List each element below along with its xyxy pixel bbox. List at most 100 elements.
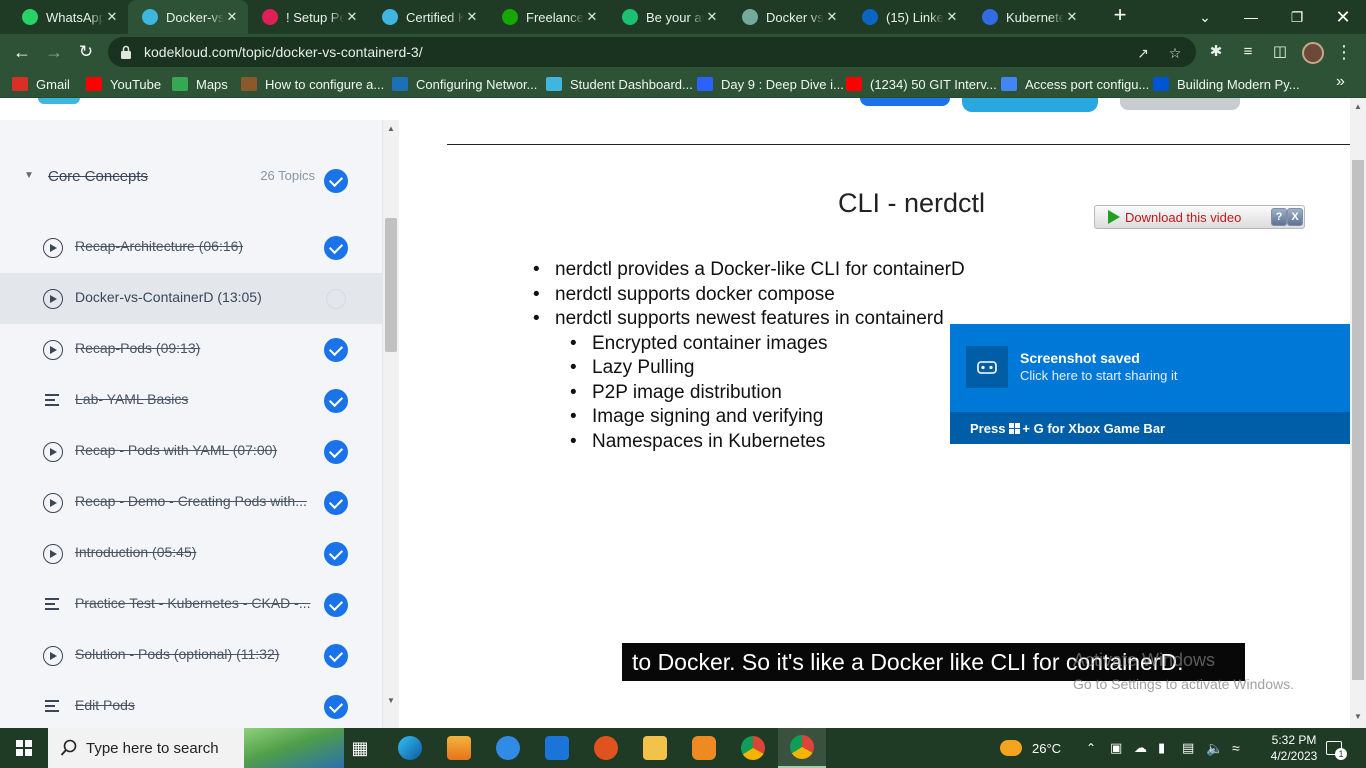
help-icon[interactable]: ?	[1271, 208, 1287, 226]
extensions-icon[interactable]: ✱	[1206, 42, 1226, 62]
file-explorer-icon[interactable]	[631, 728, 679, 768]
chrome-app-icon[interactable]	[729, 728, 777, 768]
header-button-fragment[interactable]	[962, 98, 1098, 112]
browser-tab[interactable]: Docker-vs- ✕	[128, 0, 248, 34]
tray-chevron-icon[interactable]: ⌃	[1086, 728, 1096, 768]
lesson-item[interactable]: Recap-Pods (09:13)	[0, 324, 383, 375]
snail-app-icon[interactable]	[582, 728, 630, 768]
lesson-item[interactable]: Lab- YAML Basics	[0, 375, 383, 426]
reload-icon[interactable]: ↻	[72, 38, 100, 66]
taskbar-search-box[interactable]: Type here to search	[48, 728, 344, 768]
new-tab-button[interactable]: +	[1108, 4, 1132, 28]
caret-down-icon[interactable]: ▼	[24, 170, 34, 181]
store-app-icon[interactable]	[435, 728, 483, 768]
bookmark-item[interactable]: (1234) 50 GIT Interv...	[846, 75, 997, 93]
forward-icon[interactable]: →	[40, 38, 68, 66]
browser-tab[interactable]: ! Setup Pe ✕	[248, 0, 368, 34]
sidebar-scrollbar[interactable]: ▲ ▼	[383, 120, 399, 728]
close-window-icon[interactable]: ✕	[1320, 0, 1366, 34]
menu-kebab-icon[interactable]: ⋮	[1334, 42, 1354, 62]
header-button-fragment[interactable]	[860, 98, 950, 106]
screenshot-notification[interactable]: Screenshot saved Click here to start sha…	[950, 324, 1350, 444]
settings-app-icon[interactable]	[680, 728, 728, 768]
complete-check-icon[interactable]	[324, 593, 348, 617]
lesson-item[interactable]: Edit Pods	[0, 681, 383, 728]
share-icon[interactable]: ↗	[1134, 44, 1152, 62]
bookmark-item[interactable]: Student Dashboard...	[546, 75, 693, 93]
display-icon[interactable]: ▤	[1182, 728, 1194, 768]
page-scrollbar[interactable]: ▲ ▼	[1350, 98, 1366, 728]
browser-tab[interactable]: Freelance ✕	[488, 0, 608, 34]
taskbar-clock[interactable]: 5:32 PM 4/2/2023	[1262, 732, 1326, 764]
bookmark-item[interactable]: Gmail	[12, 75, 70, 93]
start-button[interactable]	[0, 728, 48, 768]
complete-check-icon[interactable]	[324, 440, 348, 464]
complete-check-icon[interactable]	[324, 491, 348, 515]
header-button-fragment[interactable]	[1120, 98, 1240, 110]
back-icon[interactable]: ←	[8, 38, 36, 66]
scroll-down-arrow-icon[interactable]: ▼	[1350, 712, 1366, 721]
complete-check-icon[interactable]	[324, 338, 348, 362]
chrome-profile-app-icon[interactable]	[778, 728, 826, 768]
scroll-up-arrow-icon[interactable]: ▲	[383, 124, 399, 133]
weather-widget[interactable]: 26°C	[1000, 728, 1061, 768]
close-icon[interactable]: X	[1287, 208, 1303, 226]
bookmark-item[interactable]: How to configure a...	[241, 75, 384, 93]
bookmark-item[interactable]: Day 9 : Deep Dive i...	[697, 75, 844, 93]
incomplete-circle-icon[interactable]	[326, 289, 346, 309]
minimize-icon[interactable]: —	[1228, 0, 1274, 34]
bookmark-item[interactable]: Configuring Networ...	[392, 75, 537, 93]
edge-app-icon[interactable]	[386, 728, 434, 768]
network-device-icon[interactable]: ▣	[1110, 728, 1122, 768]
address-bar[interactable]: kodekloud.com/topic/docker-vs-containerd…	[108, 37, 1196, 67]
page-scroll-thumb[interactable]	[1352, 160, 1364, 680]
battery-icon[interactable]: ▮	[1158, 728, 1165, 768]
bookmark-item[interactable]: Maps	[172, 75, 228, 93]
lesson-item[interactable]: Recap - Demo - Creating Pods with...	[0, 477, 383, 528]
browser-tab[interactable]: Certified K ✕	[368, 0, 488, 34]
download-video-button[interactable]: Download this video ? X	[1094, 205, 1305, 229]
tab-close-icon[interactable]: ✕	[104, 9, 120, 25]
bookmark-item[interactable]: YouTube	[86, 75, 161, 93]
tab-close-icon[interactable]: ✕	[584, 9, 600, 25]
section-core-concepts[interactable]: ▼ Core Concepts 26 Topics	[0, 156, 383, 206]
lesson-item[interactable]: Introduction (05:45)	[0, 528, 383, 579]
browser-tab[interactable]: WhatsApp ✕	[8, 0, 128, 34]
tab-close-icon[interactable]: ✕	[944, 9, 960, 25]
complete-check-icon[interactable]	[324, 644, 348, 668]
bookmark-item[interactable]: Access port configu...	[1001, 75, 1149, 93]
more-bookmarks-icon[interactable]: »	[1336, 73, 1345, 91]
task-view-icon[interactable]: ▦	[336, 728, 384, 768]
onedrive-icon[interactable]: ☁	[1134, 728, 1147, 768]
lesson-item[interactable]: Solution - Pods (optional) (11:32)	[0, 630, 383, 681]
bookmark-item[interactable]: Building Modern Py...	[1153, 75, 1300, 93]
tab-close-icon[interactable]: ✕	[224, 9, 240, 25]
sidebar-scroll-thumb[interactable]	[385, 218, 397, 352]
scroll-up-arrow-icon[interactable]: ▲	[1350, 102, 1366, 111]
browser-tab[interactable]: Be your aw✕	[608, 0, 728, 34]
volume-icon[interactable]: 🔈	[1206, 728, 1223, 768]
skype-app-icon[interactable]	[484, 728, 532, 768]
complete-check-icon[interactable]	[324, 236, 348, 260]
bookmark-star-icon[interactable]: ☆	[1166, 44, 1184, 62]
tab-close-icon[interactable]: ✕	[704, 9, 720, 25]
lesson-item[interactable]: Docker-vs-ContainerD (13:05)	[0, 273, 383, 324]
wifi-icon[interactable]: ≈	[1232, 728, 1240, 768]
side-panel-icon[interactable]: ◫	[1270, 42, 1290, 62]
browser-tab[interactable]: Docker vs ✕	[728, 0, 848, 34]
complete-check-icon[interactable]	[324, 542, 348, 566]
notification-center-icon[interactable]: 1	[1326, 728, 1347, 768]
lesson-item[interactable]: Recap-Architecture (06:16)	[0, 222, 383, 273]
tab-close-icon[interactable]: ✕	[344, 9, 360, 25]
browser-tab[interactable]: (15) Linked✕	[848, 0, 968, 34]
tab-search-icon[interactable]: ⌄	[1182, 0, 1228, 34]
tab-close-icon[interactable]: ✕	[1064, 9, 1080, 25]
lesson-item[interactable]: Recap - Pods with YAML (07:00)	[0, 426, 383, 477]
lesson-item[interactable]: Practice Test - Kubernetes - CKAD -...	[0, 579, 383, 630]
browser-tab[interactable]: Kubernete ✕	[968, 0, 1088, 34]
restore-icon[interactable]: ❐	[1274, 0, 1320, 34]
complete-check-icon[interactable]	[324, 695, 348, 719]
complete-check-icon[interactable]	[324, 389, 348, 413]
scroll-down-arrow-icon[interactable]: ▼	[383, 696, 399, 705]
tab-close-icon[interactable]: ✕	[464, 9, 480, 25]
